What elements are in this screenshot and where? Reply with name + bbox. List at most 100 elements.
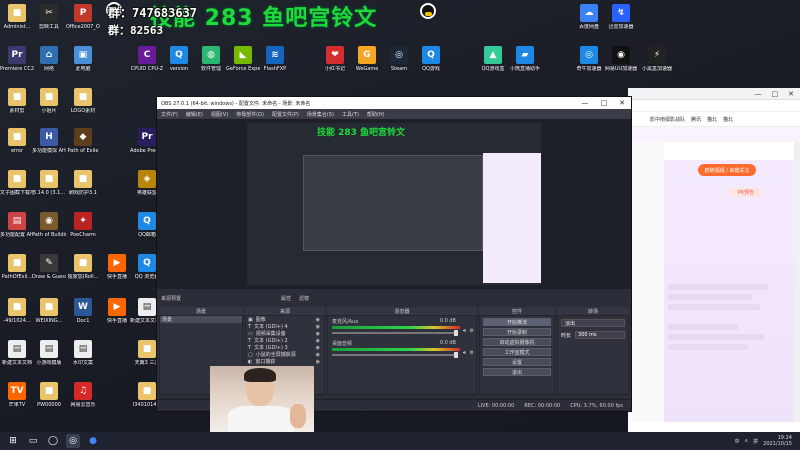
desktop-icon-cpuid[interactable]: C CPUID CPU-Z xyxy=(130,46,164,86)
speaker-icon[interactable]: 🔊︎ xyxy=(463,328,466,334)
desktop-icon-materials[interactable]: ■ 素材剪 xyxy=(0,88,34,128)
visibility-eye-icon[interactable]: ◉ xyxy=(316,359,320,365)
scrollbar[interactable] xyxy=(794,142,800,422)
desktop-icon-version[interactable]: Qversion xyxy=(162,46,196,86)
pinyin-icon[interactable]: 拼 xyxy=(753,438,758,445)
desktop-icon-kuaishou-live[interactable]: ▶ 快手直播 xyxy=(100,298,134,338)
speaker-icon[interactable]: 🔊︎ xyxy=(463,350,466,356)
desktop-icon-logo-materials[interactable]: ■ LOGO素材 xyxy=(66,88,100,128)
close-button[interactable]: ✕ xyxy=(788,90,794,98)
clock[interactable]: 19:24 2021/10/15 xyxy=(763,435,792,447)
desktop-icon-netease-uu[interactable]: ◉ 网易UU加速器 xyxy=(604,46,638,86)
desktop-icon-poecharm[interactable]: ✦ PoeCharm xyxy=(66,212,100,252)
address-bar[interactable] xyxy=(628,100,800,112)
desktop-icon-mangguo[interactable]: TV 芒果TV xyxy=(0,382,34,422)
source-item[interactable]: ▭ 视频采集设备 ◉ xyxy=(246,330,324,338)
desktop-icon-recycle-bin[interactable]: ▣ 此电脑 xyxy=(66,46,100,86)
menu-edit[interactable]: 编辑(E) xyxy=(186,111,203,118)
visibility-eye-icon[interactable]: ◉ xyxy=(316,338,320,344)
filters-button[interactable]: 滤镜 xyxy=(299,295,309,302)
desktop-icon-doc1[interactable]: W Doc1 xyxy=(66,298,100,338)
desktop-icon-version-3140[interactable]: ■ 3.14.0 (3.1... xyxy=(32,170,66,210)
desktop-icon-xiaoyouxi[interactable]: ▤ 小游戏模版 xyxy=(32,340,66,380)
source-item[interactable]: ▢ 小鼠的全屏捕获源 ◉ xyxy=(246,351,324,359)
desktop-icon-jianying[interactable]: ✂ 剪映工具 xyxy=(32,4,66,44)
desktop-icon-xiaojiu[interactable]: ■ 小姐片 xyxy=(32,88,66,128)
desktop-icon-water-text[interactable]: ▤ 水印文案 xyxy=(66,340,100,380)
gear-icon[interactable]: ⚙︎ xyxy=(470,328,474,334)
desktop-icon-weixing[interactable]: ■ WEIXING... xyxy=(32,298,66,338)
menu-tools[interactable]: 工具(T) xyxy=(342,111,359,118)
tray-expand-icon[interactable]: ∧ xyxy=(744,438,748,444)
desktop-icon-network[interactable]: ⌂ 网络 xyxy=(32,46,66,86)
settings-button[interactable]: 设置 xyxy=(483,358,551,366)
duration-input[interactable]: 300 ms xyxy=(575,331,625,339)
start-recording-button[interactable]: 开始录制 xyxy=(483,328,551,336)
search-icon[interactable]: ◯ xyxy=(46,434,60,448)
desktop-icon-path-of-exile-ch[interactable]: ■ PathOfExil... xyxy=(0,254,34,294)
menu-view[interactable]: 视图(V) xyxy=(211,111,228,118)
desktop-icon-xunlei[interactable]: ↯ 迅雷加速器 xyxy=(604,4,638,44)
bookmark-item[interactable]: 腾讯 xyxy=(691,116,701,123)
visibility-eye-icon[interactable]: ◉ xyxy=(316,345,320,351)
follow-button[interactable]: 鹤随福福 / 来键关注 xyxy=(698,164,756,176)
ime-icon[interactable]: 中 xyxy=(734,438,739,445)
menu-file[interactable]: 文件(F) xyxy=(161,111,178,118)
desktop-icon-kuaishou[interactable]: ▶ 快手直播 xyxy=(100,254,134,294)
transition-select[interactable]: 淡出 xyxy=(561,319,625,327)
obs-window[interactable]: OBS 27.0.1 (64-bit, windows) - 配置文件: 未命名… xyxy=(156,96,632,412)
source-item[interactable]: ▣ 图像 ◉ xyxy=(246,316,324,324)
bookmark-item[interactable]: 猫北 xyxy=(723,116,733,123)
desktop-icon-error[interactable]: ■ error xyxy=(0,128,34,168)
desktop-icon-new-text[interactable]: ▤ 新建文本文档 xyxy=(0,340,34,380)
fader-knob[interactable] xyxy=(454,352,458,358)
desktop-icon-premiere[interactable]: Pr Premiere CC2019 xyxy=(0,46,34,86)
scene-item[interactable]: 场景 xyxy=(160,316,242,323)
volume-fader[interactable] xyxy=(332,354,456,356)
source-item[interactable]: T 文本 (GDI+) 2 ◉ xyxy=(246,337,324,345)
exit-button[interactable]: 退出 xyxy=(483,368,551,376)
desktop-icon-software[interactable]: ◍ 软件管理 xyxy=(194,46,228,86)
start-button[interactable]: ⊞ xyxy=(6,434,20,448)
maximize-button[interactable]: □ xyxy=(601,99,608,107)
desktop-icon-path-of-exile[interactable]: ◆ Path of Exile xyxy=(66,128,100,168)
minimize-button[interactable]: — xyxy=(582,99,589,107)
source-item[interactable]: ◐ 窗口捕获 ◉ xyxy=(246,358,324,366)
studio-mode-button[interactable]: 工作室模式 xyxy=(483,348,551,356)
desktop-icon-dujia[interactable]: ■ 独家加(Roll... xyxy=(66,254,100,294)
close-button[interactable]: ✕ xyxy=(619,99,625,107)
desktop-icon-multi-window[interactable]: H 多功能模拟 AHK xyxy=(32,128,66,168)
desktop-icon-xiaohongshu[interactable]: ❤ 小红书记 xyxy=(318,46,352,86)
desktop-icon-xiaohei-speed[interactable]: ⚡ 小黑盒加速器 xyxy=(640,46,674,86)
bookmark-item[interactable]: 影中南狐影战队 xyxy=(650,116,685,123)
start-streaming-button[interactable]: 开始推流 xyxy=(483,318,551,326)
obs-taskbar-icon[interactable]: ◎ xyxy=(66,434,80,448)
desktop-icon-wuji-1024[interactable]: ■ -49/1024... xyxy=(0,298,34,338)
volume-fader[interactable] xyxy=(332,332,456,334)
browser-taskbar-icon[interactable]: ● xyxy=(86,434,100,448)
desktop-icon-steam[interactable]: ◎ Steam xyxy=(382,46,416,86)
bookmark-item[interactable]: 猫北 xyxy=(707,116,717,123)
visibility-eye-icon[interactable]: ◉ xyxy=(316,317,320,323)
desktop-icon-qihu-speed[interactable]: ◎ 奇牛加速器 xyxy=(572,46,606,86)
desktop-icon-qq-gamebox[interactable]: ▲ QQ游戏盒 xyxy=(476,46,510,86)
desktop-icon-pw00000[interactable]: ■ PW00000 xyxy=(32,382,66,422)
properties-button[interactable]: 属性 xyxy=(281,295,291,302)
visibility-eye-icon[interactable]: ◉ xyxy=(316,352,320,358)
start-virtual-camera-button[interactable]: 启动虚拟摄像机 xyxy=(483,338,551,346)
desktop-icon-wenzi-jieping[interactable]: ■ 文子图截下载地址 xyxy=(0,170,34,210)
menu-scene-collection[interactable]: 场景集合(S) xyxy=(307,111,334,118)
source-item[interactable]: T 文本 (GDI+) 3 ◉ xyxy=(246,344,324,352)
desktop-icon-clover[interactable]: ■ 刷戏防护3.1 xyxy=(66,170,100,210)
preview-canvas[interactable]: 技能 283 鱼吧宫铃文 xyxy=(247,123,541,285)
task-view-icon[interactable]: ▭ xyxy=(26,434,40,448)
desktop-icon-qq-forum[interactable]: Q QQ游戏 xyxy=(414,46,448,86)
menu-help[interactable]: 帮助(H) xyxy=(367,111,385,118)
gear-icon[interactable]: ⚙︎ xyxy=(470,350,474,356)
desktop-icon-draw-guess[interactable]: ✎ Draw & Guess xyxy=(32,254,66,294)
desktop-icon-netease-music[interactable]: ♫ 网易云音乐 xyxy=(66,382,100,422)
pk-preview-badge[interactable]: PK预告 xyxy=(730,188,762,197)
visibility-eye-icon[interactable]: ◉ xyxy=(316,324,320,330)
browser-window[interactable]: — □ ✕ 影中南狐影战队 腾讯 猫北 猫北 鹤随福福 / 来键关注 PK预告 xyxy=(628,88,800,432)
desktop-icon-multi-config[interactable]: ▤ 多功能配置 AH3.0.1... xyxy=(0,212,34,252)
